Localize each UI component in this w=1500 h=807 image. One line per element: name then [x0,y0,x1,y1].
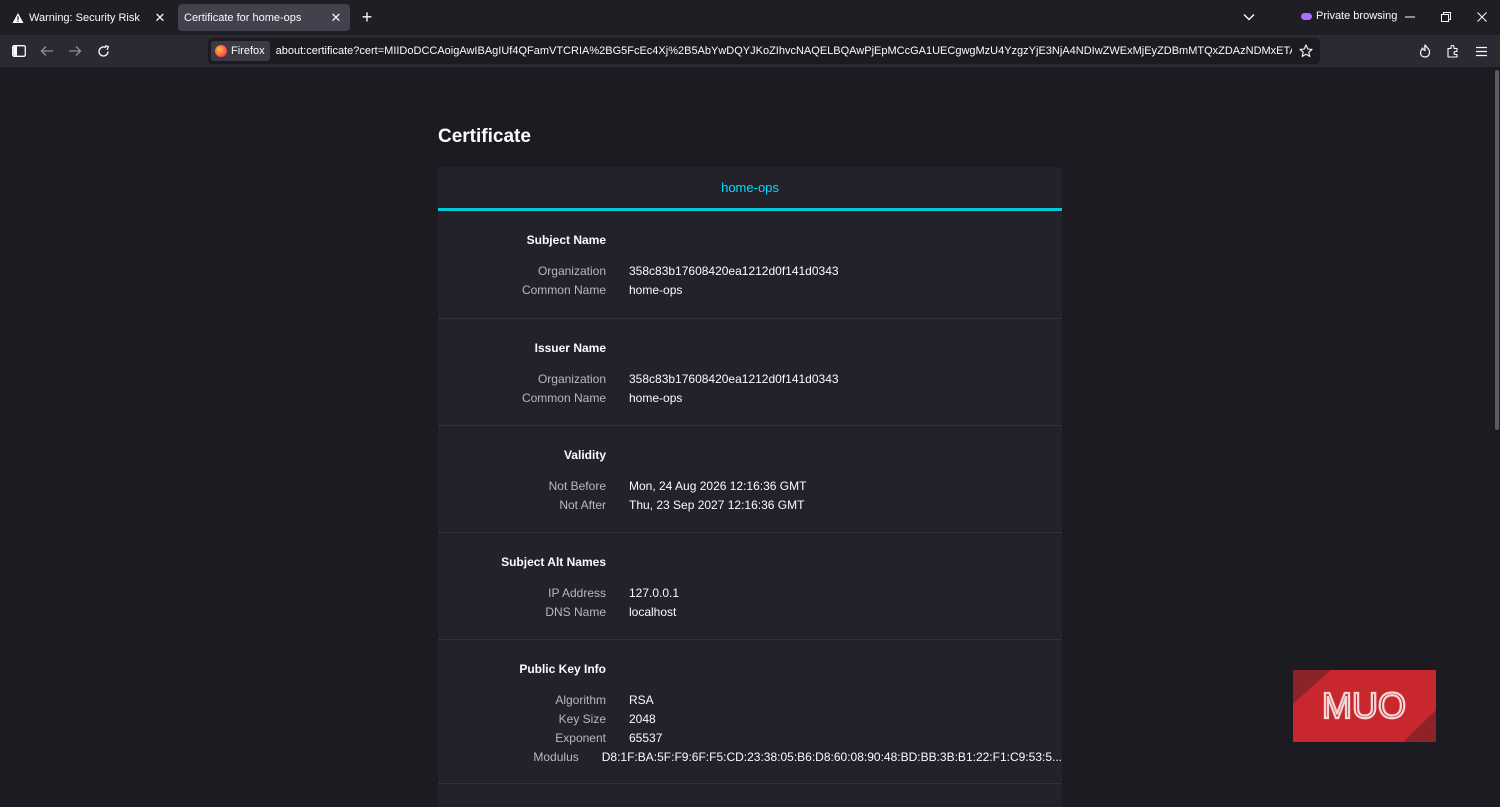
info-row: Key Size 2048 [438,709,1062,728]
certificate-card: home-ops Subject Name Organization 358c8… [438,167,1062,807]
row-value: Thu, 23 Sep 2027 12:16:36 GMT [629,497,805,512]
row-label: Key Size [558,711,606,726]
validity-section: Validity Not Before Mon, 24 Aug 2026 12:… [438,426,1062,533]
list-all-tabs-button[interactable] [1240,9,1258,25]
restore-icon [1441,12,1451,22]
reload-button[interactable] [93,41,113,61]
info-row: Not After Thu, 23 Sep 2027 12:16:36 GMT [438,495,1062,514]
row-label: Common Name [521,282,606,297]
forward-arrow-icon [69,46,82,56]
muo-watermark-logo: MUO [1293,670,1436,742]
info-row: Common Name home-ops [438,280,1062,299]
forward-button[interactable] [65,41,85,61]
row-value: 358c83b17608420ea1212d0f141d0343 [629,263,839,278]
row-value: 358c83b17608420ea1212d0f141d0343 [629,371,839,386]
page-scrollbar[interactable] [1494,67,1500,807]
minimize-button[interactable] [1402,9,1418,25]
row-label: Exponent [555,730,606,745]
info-row: Not Before Mon, 24 Aug 2026 12:16:36 GMT [438,476,1062,495]
puzzle-piece-icon [1447,45,1458,58]
sidebar-toggle-button[interactable] [9,41,29,61]
close-icon [1477,12,1487,22]
private-browsing-indicator: Private browsing [1301,10,1397,22]
private-mask-icon [1301,12,1312,20]
tab-title: Certificate for home-ops [184,11,302,24]
tab-strip: Warning: Security Risk ✕ Certificate for… [0,0,1500,35]
private-browsing-label: Private browsing [1316,10,1398,22]
row-value: Mon, 24 Aug 2026 12:16:36 GMT [629,478,807,493]
flame-icon [1419,44,1431,58]
certificate-tab-home-ops[interactable]: home-ops [438,167,1062,211]
section-title: Validity [563,448,606,462]
star-icon [1299,44,1313,58]
row-label: Organization [537,263,606,278]
tab-security-warning[interactable]: Warning: Security Risk ✕ [4,4,174,31]
subject-alt-names-section: Subject Alt Names IP Address 127.0.0.1 D… [438,533,1062,640]
close-window-button[interactable] [1474,9,1490,25]
close-tab-icon[interactable]: ✕ [328,10,344,26]
row-value: 127.0.0.1 [629,585,680,600]
reload-icon [97,44,109,57]
public-key-info-section: Public Key Info Algorithm RSA Key Size 2… [438,640,1062,784]
row-label: IP Address [548,585,606,600]
row-label: Not After [559,497,606,512]
close-tab-icon[interactable]: ✕ [152,10,168,26]
row-label: Organization [537,371,606,386]
address-bar[interactable]: Firefox about:certificate?cert=MIIDoDCCA… [208,38,1320,64]
warning-icon [12,12,24,24]
minimize-icon [1405,16,1415,18]
info-row: Organization 358c83b17608420ea1212d0f141… [438,261,1062,280]
svg-text:MUO: MUO [1322,685,1406,726]
row-label: DNS Name [545,604,606,619]
info-row: Modulus D8:1F:BA:5F:F9:6F:F5:CD:23:38:05… [438,747,1062,766]
row-label: Algorithm [555,692,606,707]
back-arrow-icon [40,46,53,56]
app-menu-button[interactable] [1471,41,1491,61]
scrollbar-thumb[interactable] [1495,70,1499,430]
back-button[interactable] [37,41,57,61]
section-title: Subject Name [526,233,606,247]
section-title: Subject Alt Names [501,555,606,569]
row-label: Common Name [521,390,606,405]
row-value: 2048 [629,711,656,726]
issuer-name-section: Issuer Name Organization 358c83b17608420… [438,319,1062,426]
url-input[interactable]: about:certificate?cert=MIIDoDCCAoigAwIBA… [276,45,1292,57]
section-title: Issuer Name [534,341,606,355]
info-row: Exponent 65537 [438,728,1062,747]
chevron-down-icon [1243,14,1255,21]
row-value: RSA [629,692,654,707]
row-label: Modulus [533,749,579,764]
sidebar-icon [12,45,26,57]
tab-certificate[interactable]: Certificate for home-ops ✕ [178,4,350,31]
info-row: Algorithm RSA [438,690,1062,709]
section-title: Public Key Info [519,662,606,676]
bookmark-button[interactable] [1297,42,1315,60]
row-value: D8:1F:BA:5F:F9:6F:F5:CD:23:38:05:B6:D8:6… [601,749,1062,764]
tab-title: Warning: Security Risk [29,11,140,24]
identity-label: Firefox [231,45,265,57]
subject-name-section: Subject Name Organization 358c83b1760842… [438,211,1062,319]
restore-button[interactable] [1438,9,1454,25]
row-value: localhost [629,604,677,619]
info-row: Common Name home-ops [438,388,1062,407]
page-title: Certificate [438,126,531,147]
identity-box[interactable]: Firefox [211,41,270,61]
navigation-toolbar: Firefox about:certificate?cert=MIIDoDCCA… [0,35,1500,67]
info-row: Organization 358c83b17608420ea1212d0f141… [438,369,1062,388]
info-row: DNS Name localhost [438,602,1062,621]
extensions-button[interactable] [1443,41,1463,61]
firefox-logo-icon [215,45,227,57]
firefox-view-button[interactable] [1415,41,1435,61]
row-value: 65537 [629,730,663,745]
hamburger-menu-icon [1475,46,1487,56]
row-label: Not Before [548,478,606,493]
row-value: home-ops [629,282,683,297]
new-tab-button[interactable]: + [357,8,377,28]
row-value: home-ops [629,390,683,405]
info-row: IP Address 127.0.0.1 [438,583,1062,602]
